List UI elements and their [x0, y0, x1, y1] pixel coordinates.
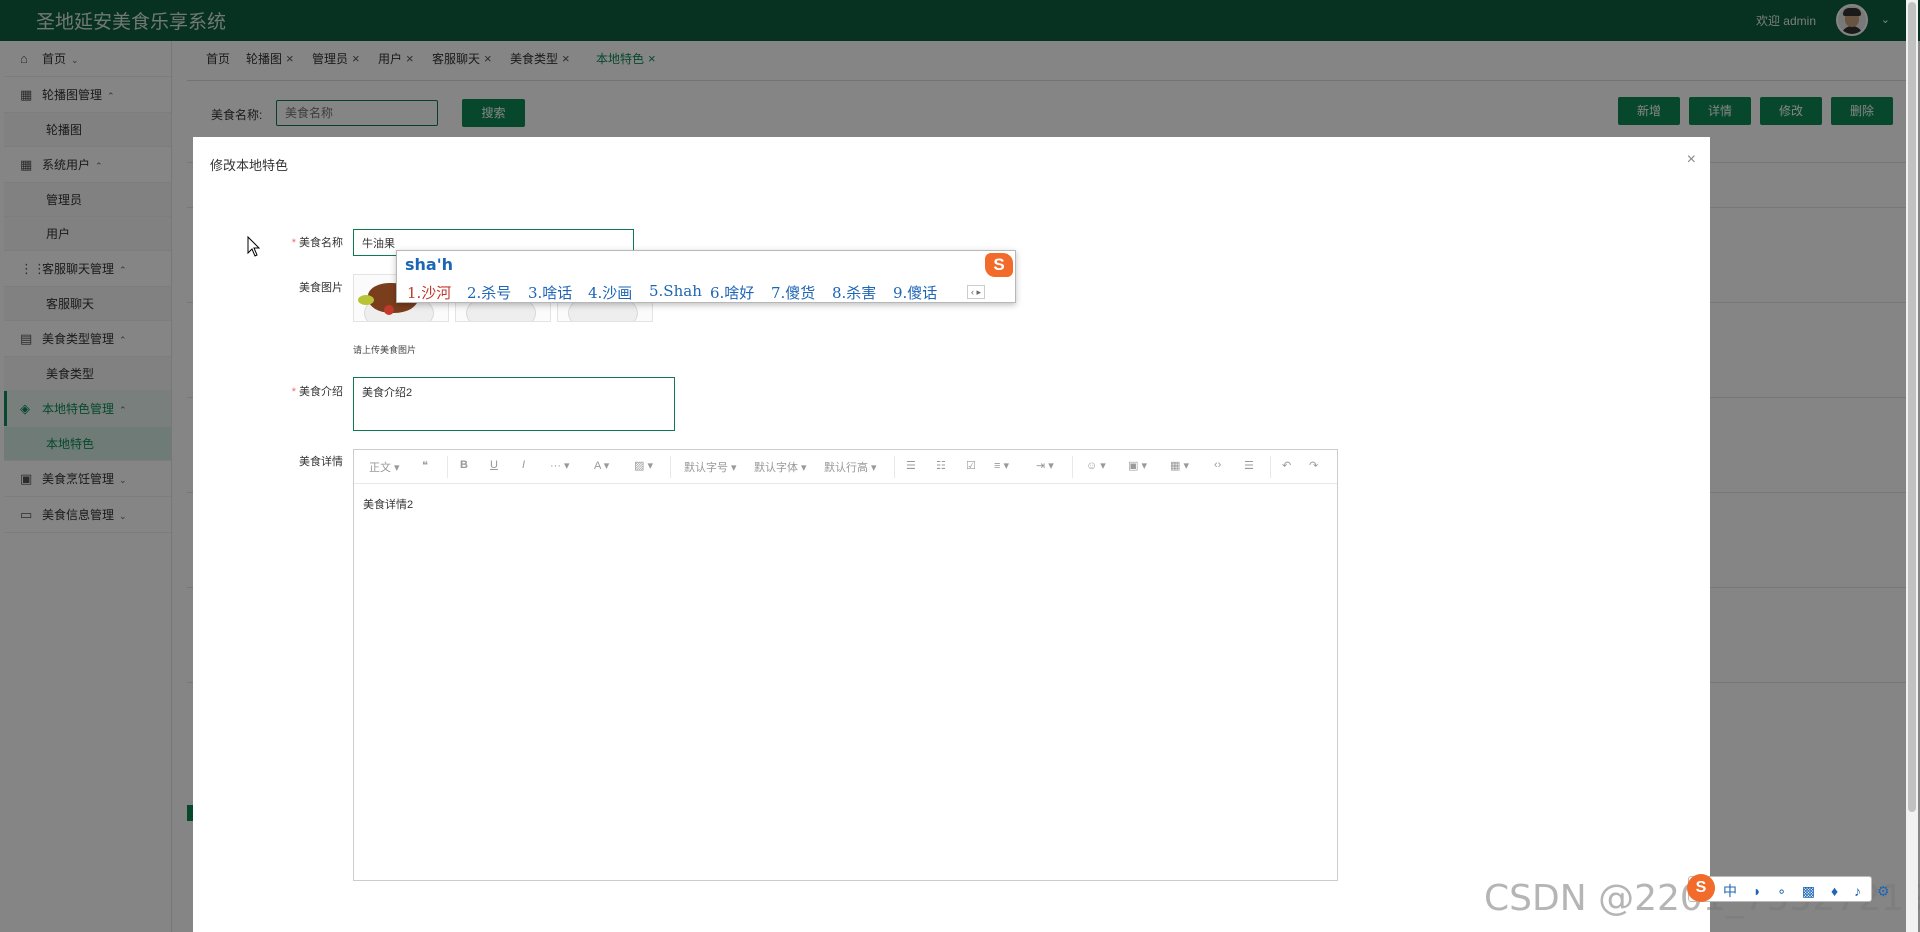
scrollbar-thumb[interactable] — [1908, 2, 1916, 812]
rich-text-editor: 正文 ▾ ❝ B U I ··· ▾ A ▾ ▨ ▾ 默认字号 ▾ 默认字体 ▾… — [353, 449, 1338, 881]
italic-icon[interactable]: I — [522, 459, 525, 471]
font-color-icon[interactable]: A ▾ — [594, 459, 609, 472]
mouse-cursor-icon — [247, 236, 261, 257]
undo-icon[interactable]: ↶ — [1282, 459, 1291, 472]
dialog-title: 修改本地特色 — [210, 158, 289, 173]
name-label-text: 美食名称 — [299, 237, 343, 249]
ime-candidate[interactable]: 5.Shah — [649, 282, 702, 300]
line-height-dropdown[interactable]: 默认行高 ▾ — [824, 459, 877, 475]
ime-candidate-window: sha'h 1.沙河 2.杀号 3.啥话 4.沙画 5.Shah 6.啥好 7.… — [396, 250, 1016, 303]
sogou-logo-icon[interactable]: S — [1687, 874, 1715, 902]
ime-pager-icon[interactable]: ‹ ▸ — [966, 285, 985, 299]
tomato-shape — [384, 305, 394, 315]
editor-toolbar: 正文 ▾ ❝ B U I ··· ▾ A ▾ ▨ ▾ 默认字号 ▾ 默认字体 ▾… — [354, 450, 1337, 484]
indent-icon[interactable]: ⇥ ▾ — [1036, 459, 1054, 472]
intro-label-text: 美食介绍 — [299, 386, 343, 398]
font-size-dropdown[interactable]: 默认字号 ▾ — [684, 459, 737, 475]
toolbar-separator — [1072, 456, 1073, 478]
bold-icon[interactable]: B — [460, 459, 468, 471]
bullet-list-icon[interactable]: ☰ — [906, 459, 916, 472]
page-scrollbar[interactable] — [1906, 0, 1918, 932]
code-icon[interactable]: ‹› — [1214, 459, 1221, 471]
quote-icon[interactable]: ❝ — [422, 459, 428, 472]
underline-icon[interactable]: U — [490, 459, 498, 471]
toolbar-separator — [894, 456, 895, 478]
numbered-list-icon[interactable]: ☷ — [936, 459, 946, 472]
ime-candidate[interactable]: 2.杀号 — [467, 282, 511, 303]
divider-icon[interactable]: ☰ — [1244, 459, 1254, 472]
editor-content[interactable]: 美食详情2 — [363, 496, 413, 512]
greens-shape — [358, 295, 374, 305]
ime-candidate[interactable]: 7.傻货 — [771, 282, 815, 303]
more-icon[interactable]: ··· ▾ — [550, 459, 570, 472]
ime-candidate[interactable]: 9.傻话 — [893, 282, 937, 303]
required-mark: * — [291, 237, 296, 249]
align-icon[interactable]: ≡ ▾ — [994, 459, 1009, 472]
table-icon[interactable]: ▦ ▾ — [1170, 459, 1189, 472]
ime-status-bar: S 中 ◗ ∘ ▩ ♦ ♪ ⚙ — [1687, 874, 1889, 902]
intro-textarea[interactable]: 美食介绍2 — [353, 377, 675, 431]
ime-candidate[interactable]: 1.沙河 — [407, 282, 451, 303]
detail-label: 美食详情 — [299, 456, 343, 468]
intro-label: * 美食介绍 — [243, 383, 343, 399]
ime-candidate[interactable]: 6.啥好 — [710, 282, 754, 303]
ime-candidate[interactable]: 3.啥话 — [528, 282, 572, 303]
ime-candidate[interactable]: 4.沙画 — [588, 282, 632, 303]
toolbar-separator — [670, 456, 671, 478]
ime-candidate[interactable]: 8.杀害 — [832, 282, 876, 303]
toolbar-separator — [1270, 456, 1271, 478]
image-label: 美食图片 — [299, 282, 343, 294]
required-mark: * — [291, 386, 296, 398]
redo-icon[interactable]: ↷ — [1309, 459, 1318, 472]
image-icon[interactable]: ▣ ▾ — [1128, 459, 1147, 472]
font-family-dropdown[interactable]: 默认字体 ▾ — [754, 459, 807, 475]
paragraph-dropdown[interactable]: 正文 ▾ — [369, 459, 400, 475]
toolbar-separator — [447, 456, 448, 478]
image-hint: 请上传美食图片 — [353, 345, 417, 355]
emoji-icon[interactable]: ☺ ▾ — [1086, 459, 1106, 472]
todo-icon[interactable]: ☑ — [966, 459, 976, 472]
ime-status-icons[interactable]: 中 ◗ ∘ ▩ ♦ ♪ ⚙ — [1723, 881, 1895, 901]
ime-composition: sha'h — [405, 255, 453, 274]
sogou-logo-icon: S — [985, 253, 1013, 277]
bg-color-icon[interactable]: ▨ ▾ — [634, 459, 653, 472]
close-icon[interactable]: × — [1687, 151, 1696, 169]
